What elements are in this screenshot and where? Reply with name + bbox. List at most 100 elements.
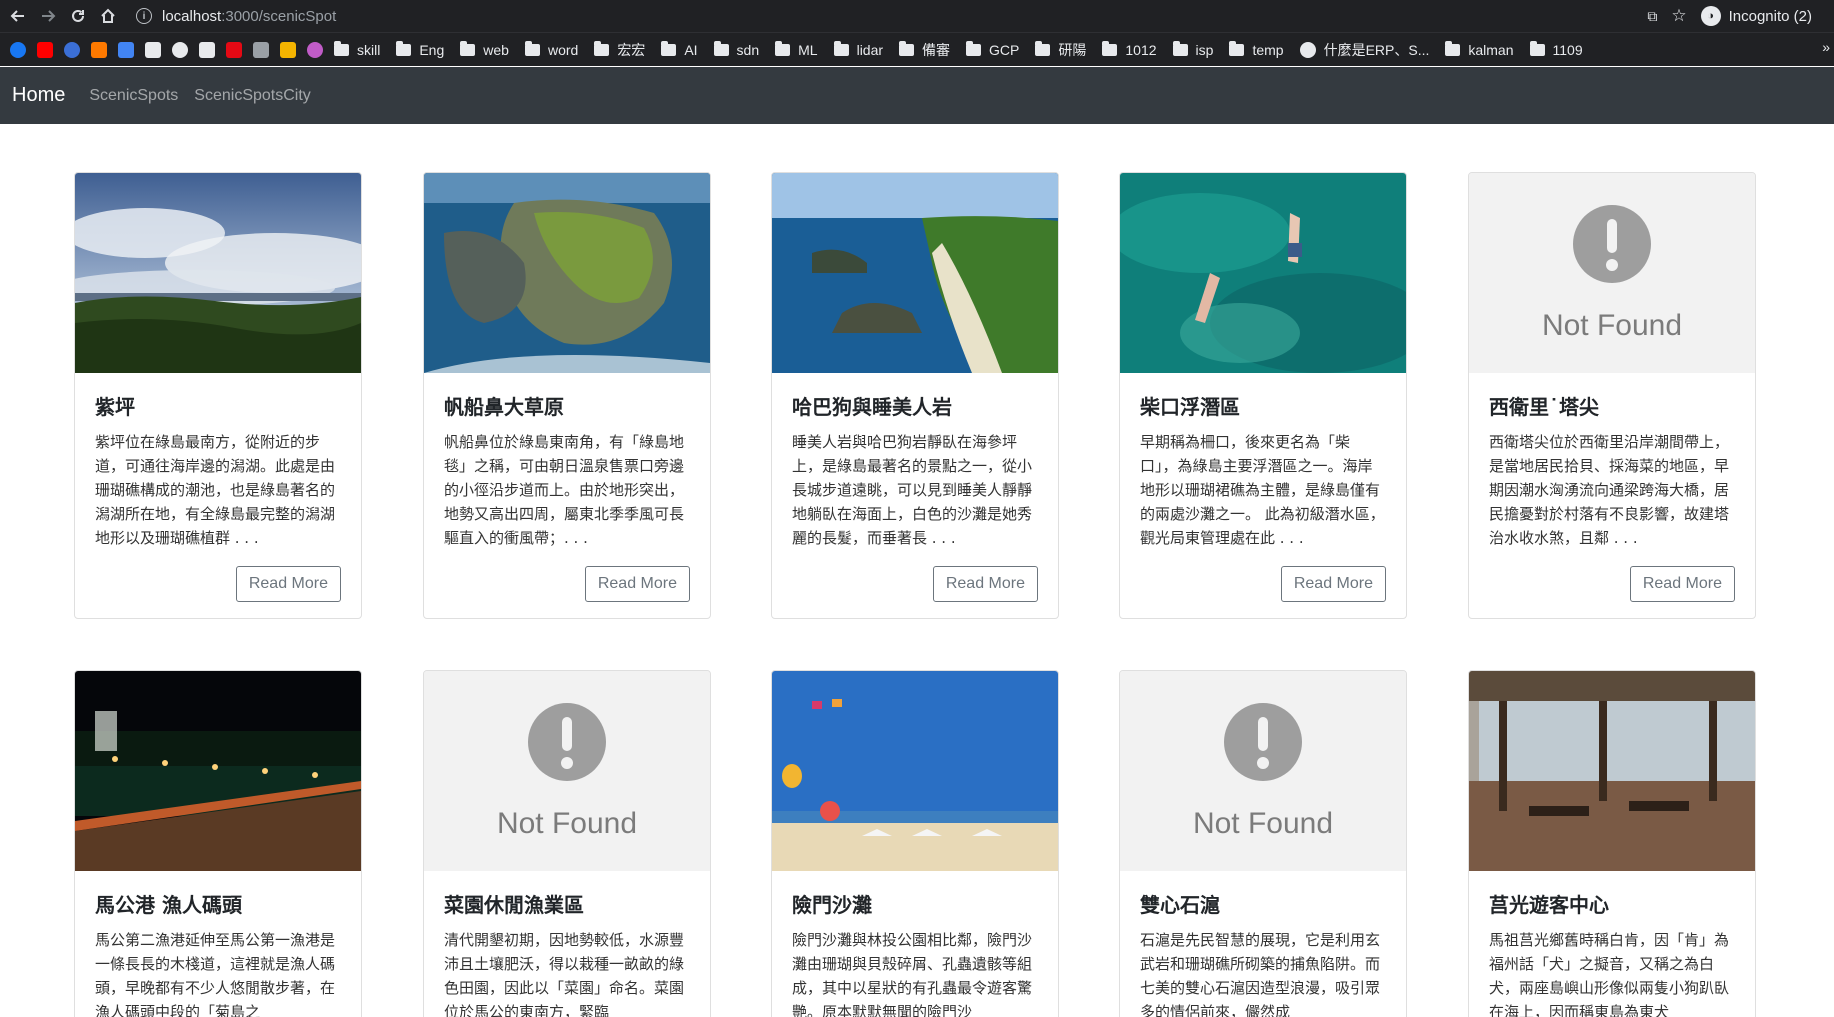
bookmark-icon[interactable]	[91, 41, 107, 58]
scenic-spot-card: 莒光遊客中心 馬祖莒光鄉舊時稱白肯，因「肯」為福州話「犬」之擬音，又稱之為白犬，…	[1468, 670, 1756, 1017]
scenic-spot-card: 哈巴狗與睡美人岩 睡美人岩與哈巴狗岩靜臥在海參坪上，是綠島最著名的景點之一，從小…	[771, 172, 1059, 619]
bookmark-folder[interactable]: AI	[661, 40, 698, 58]
folder-icon	[775, 40, 791, 56]
card-description: 險門沙灘與林投公園相比鄰，險門沙灘由珊瑚與貝殼碎屑、孔蟲遺骸等組成，其中以星狀的…	[792, 931, 1033, 1017]
not-found-image: Not Found	[1120, 671, 1406, 871]
toolbox-icon[interactable]	[280, 41, 296, 58]
back-arrow-icon[interactable]	[6, 4, 30, 28]
card-title: 險門沙灘	[792, 893, 872, 917]
app-navbar: Home ScenicSpots ScenicSpotsCity	[0, 67, 1834, 124]
folder-icon	[1035, 40, 1051, 56]
printer-icon[interactable]	[253, 41, 269, 58]
not-found-text: Not Found	[1192, 807, 1334, 840]
bookmarks-overflow-icon[interactable]: »	[1822, 39, 1830, 55]
nav-link-scenicspotscity[interactable]: ScenicSpotsCity	[194, 87, 311, 105]
exclamation-icon	[528, 703, 606, 781]
card-image	[424, 173, 710, 373]
not-found-text: Not Found	[496, 807, 638, 840]
folder-icon	[460, 40, 476, 56]
exclamation-icon	[1224, 703, 1302, 781]
netflix-icon[interactable]	[226, 41, 242, 58]
folder-icon	[713, 40, 729, 56]
bookmark-folder[interactable]: Eng	[396, 40, 444, 58]
home-icon[interactable]	[96, 4, 120, 28]
folder-icon	[524, 40, 540, 56]
card-image	[75, 671, 361, 871]
card-description: 紫坪位在綠島最南方，從附近的步道，可通往海岸邊的潟湖。此處是由珊瑚礁構成的潮池，…	[95, 433, 336, 547]
read-more-button[interactable]: Read More	[1629, 566, 1735, 602]
scenic-spot-card: 柴口浮潛區 早期稱為柵口，後來更名為「柴口」，為綠島主要浮潛區之一。海岸地形以珊…	[1119, 172, 1407, 619]
address-bar[interactable]: i localhost:3000/scenicSpot	[136, 8, 336, 25]
bookmark-folder[interactable]: 1109	[1529, 40, 1583, 58]
nav-home-link[interactable]: Home	[12, 84, 65, 107]
bookmark-folder[interactable]: lidar	[833, 40, 883, 58]
folder-icon	[334, 40, 349, 56]
nav-link-scenicspots[interactable]: ScenicSpots	[89, 87, 178, 105]
bookmark-folder[interactable]: web	[460, 40, 509, 58]
notion-icon[interactable]	[199, 41, 215, 58]
bookmark-folder[interactable]: word	[524, 40, 578, 58]
scenic-spot-card: 險門沙灘 險門沙灘與林投公園相比鄰，險門沙灘由珊瑚與貝殼碎屑、孔蟲遺骸等組成，其…	[771, 670, 1059, 1017]
bookmark-folder[interactable]: GCP	[966, 40, 1019, 58]
bookmark-folder[interactable]: kalman	[1445, 40, 1514, 58]
scenic-spot-card: Not Found 菜園休閒漁業區 清代開墾初期，因地勢較低，水源豐沛且土壤肥沃…	[423, 670, 711, 1017]
bookmark-folder[interactable]: 宏宏	[594, 40, 645, 60]
bookmark-folder[interactable]: isp	[1172, 40, 1213, 58]
bookmark-folder[interactable]: ML	[775, 40, 818, 58]
github-icon[interactable]	[172, 41, 188, 58]
scenic-spot-card: 紫坪 紫坪位在綠島最南方，從附近的步道，可通往海岸邊的潟湖。此處是由珊瑚礁構成的…	[74, 172, 362, 619]
bookmark-folder[interactable]: sdn	[713, 40, 759, 58]
scenic-spot-card: Not Found 雙心石滬 石滬是先民智慧的展現，它是利用玄武岩和珊瑚礁所砌築…	[1119, 670, 1407, 1017]
read-more-button[interactable]: Read More	[932, 566, 1038, 602]
card-title: 哈巴狗與睡美人岩	[792, 395, 952, 419]
read-more-button[interactable]: Read More	[235, 566, 341, 602]
bookmark-folder[interactable]: 1012	[1102, 40, 1157, 58]
document-icon[interactable]	[145, 41, 161, 58]
youtube-icon[interactable]	[37, 41, 53, 58]
not-found-image: Not Found	[424, 671, 710, 871]
folder-icon	[661, 40, 677, 56]
exclamation-icon	[1573, 205, 1651, 283]
incognito-indicator[interactable]: ◑ Incognito (2)	[1700, 6, 1812, 26]
folder-icon	[594, 40, 610, 56]
bookmarks-bar: skill Eng web word 宏宏 AI sdn ML lidar 備審…	[0, 32, 1834, 66]
link-icon[interactable]	[307, 41, 323, 58]
bookmark-folder[interactable]: temp	[1229, 40, 1284, 58]
card-image	[772, 671, 1058, 871]
card-title: 紫坪	[95, 395, 135, 419]
forward-arrow-icon[interactable]	[36, 4, 60, 28]
translate-icon[interactable]: ⧉	[1647, 8, 1657, 25]
card-description: 馬祖莒光鄉舊時稱白肯，因「肯」為福州話「犬」之擬音，又稱之為白犬，兩座島嶼山形像…	[1489, 931, 1730, 1017]
card-description: 帆船鼻位於綠島東南角，有「綠島地毯」之稱，可由朝日溫泉售票口旁邊的小徑沿步道而上…	[444, 433, 685, 547]
card-title: 莒光遊客中心	[1489, 893, 1609, 917]
card-description: 石滬是先民智慧的展現，它是利用玄武岩和珊瑚礁所砌築的捕魚陷阱。而七美的雙心石滬因…	[1140, 931, 1381, 1017]
star-icon[interactable]: ☆	[1671, 6, 1686, 26]
scenic-spot-card: 帆船鼻大草原 帆船鼻位於綠島東南角，有「綠島地毯」之稱，可由朝日溫泉售票口旁邊的…	[423, 172, 711, 619]
folder-icon	[833, 40, 849, 56]
card-title: 柴口浮潛區	[1140, 395, 1240, 419]
bookmark-link[interactable]: 什麼是ERP、S...	[1299, 40, 1429, 60]
bookmark-folder[interactable]: 研陽	[1035, 40, 1086, 60]
card-description: 清代開墾初期，因地勢較低，水源豐沛且土壤肥沃，得以栽種一畝畝的綠色田園，因此以「…	[444, 931, 685, 1017]
browser-toolbar: i localhost:3000/scenicSpot ⧉ ☆ ◑ Incogn…	[0, 0, 1834, 32]
bookmark-folder[interactable]: 備審	[899, 40, 950, 60]
site-info-icon[interactable]: i	[136, 8, 152, 24]
translate-bookmark-icon[interactable]	[118, 41, 134, 58]
reload-icon[interactable]	[66, 4, 90, 28]
card-image	[772, 173, 1058, 373]
folder-icon	[1529, 40, 1545, 56]
url-host: localhost	[162, 7, 222, 25]
facebook-icon[interactable]	[10, 41, 26, 58]
read-more-button[interactable]: Read More	[584, 566, 690, 602]
card-image	[1120, 173, 1406, 373]
bookmark-folder[interactable]: skill	[334, 40, 380, 58]
read-more-button[interactable]: Read More	[1280, 566, 1386, 602]
not-found-image: Not Found	[1469, 173, 1755, 373]
folder-icon	[396, 40, 412, 56]
globe-icon[interactable]	[64, 41, 80, 58]
card-title: 馬公港 漁人碼頭	[95, 893, 242, 917]
card-title: 菜園休閒漁業區	[444, 893, 584, 917]
card-description: 早期稱為柵口，後來更名為「柴口」，為綠島主要浮潛區之一。海岸地形以珊瑚裙礁為主體…	[1140, 433, 1385, 547]
card-description: 睡美人岩與哈巴狗岩靜臥在海參坪上，是綠島最著名的景點之一，從小長城步道遠眺，可以…	[792, 433, 1033, 547]
card-description: 馬公第二漁港延伸至馬公第一漁港是一條長長的木棧道，這裡就是漁人碼頭，早晚都有不少…	[95, 931, 336, 1017]
